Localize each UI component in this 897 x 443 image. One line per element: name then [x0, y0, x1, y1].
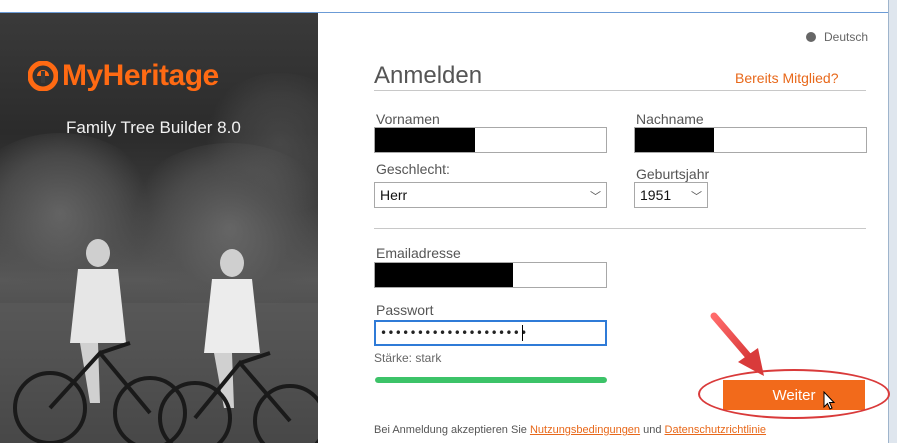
birth-year-select[interactable]: 1951 ﹀ [634, 182, 708, 208]
redacted-block [375, 128, 475, 152]
myheritage-logo: MyHeritage [27, 59, 219, 93]
highlight-ellipse [698, 369, 890, 419]
last-name-field[interactable] [634, 127, 867, 153]
birth-year-selected-value: 1951 [640, 187, 672, 203]
terms-conjunction: und [643, 424, 662, 436]
gender-label: Geschlecht: [376, 161, 450, 177]
form-title: Anmelden [374, 62, 483, 89]
already-member-link[interactable]: Bereits Mitglied? [735, 70, 839, 86]
text-cursor [522, 325, 523, 341]
email-label: Emailadresse [376, 245, 461, 261]
product-name: Family Tree Builder 8.0 [66, 118, 241, 137]
password-label: Passwort [376, 302, 434, 318]
myheritage-logo-icon [27, 60, 59, 92]
branding-panel: MyHeritage Family Tree Builder 8.0 [0, 13, 318, 443]
password-strength-bar [375, 377, 607, 383]
terms-prefix: Bei Anmeldung akzeptieren Sie [374, 424, 527, 436]
chevron-down-icon: ﹀ [691, 191, 702, 203]
gender-selected-value: Herr [380, 187, 408, 203]
redacted-block [375, 263, 513, 287]
last-name-label: Nachname [636, 111, 704, 127]
mouse-pointer-icon [823, 391, 836, 410]
gender-select[interactable]: Herr ﹀ [374, 182, 607, 208]
birth-year-label: Geburtsjahr [636, 166, 710, 182]
password-field[interactable]: •••••••••••••••••••• [374, 320, 607, 346]
logo-text: MyHeritage [62, 59, 219, 92]
language-label: Deutsch [824, 30, 869, 44]
terms-of-use-link[interactable]: Nutzungsbedingungen [530, 424, 640, 436]
globe-icon [806, 32, 816, 42]
email-field[interactable] [374, 262, 607, 288]
redacted-block [635, 128, 714, 152]
window-top-border [0, 0, 897, 13]
language-switcher[interactable]: Deutsch [806, 30, 868, 44]
chevron-down-icon: ﹀ [590, 191, 601, 203]
first-name-label: Vornamen [376, 111, 440, 127]
vintage-photo-cyclists [0, 239, 318, 443]
window-right-border [888, 0, 897, 443]
privacy-policy-link[interactable]: Datenschutzrichtlinie [665, 424, 767, 436]
first-name-field[interactable] [374, 127, 607, 153]
password-mask: •••••••••••••••••••• [380, 326, 528, 340]
password-strength-fill [375, 377, 607, 383]
title-divider [374, 90, 866, 91]
section-divider [374, 228, 866, 229]
password-strength-label: Stärke: stark [374, 351, 442, 365]
terms-text: Bei Anmeldung akzeptieren Sie Nutzungsbe… [374, 424, 766, 436]
